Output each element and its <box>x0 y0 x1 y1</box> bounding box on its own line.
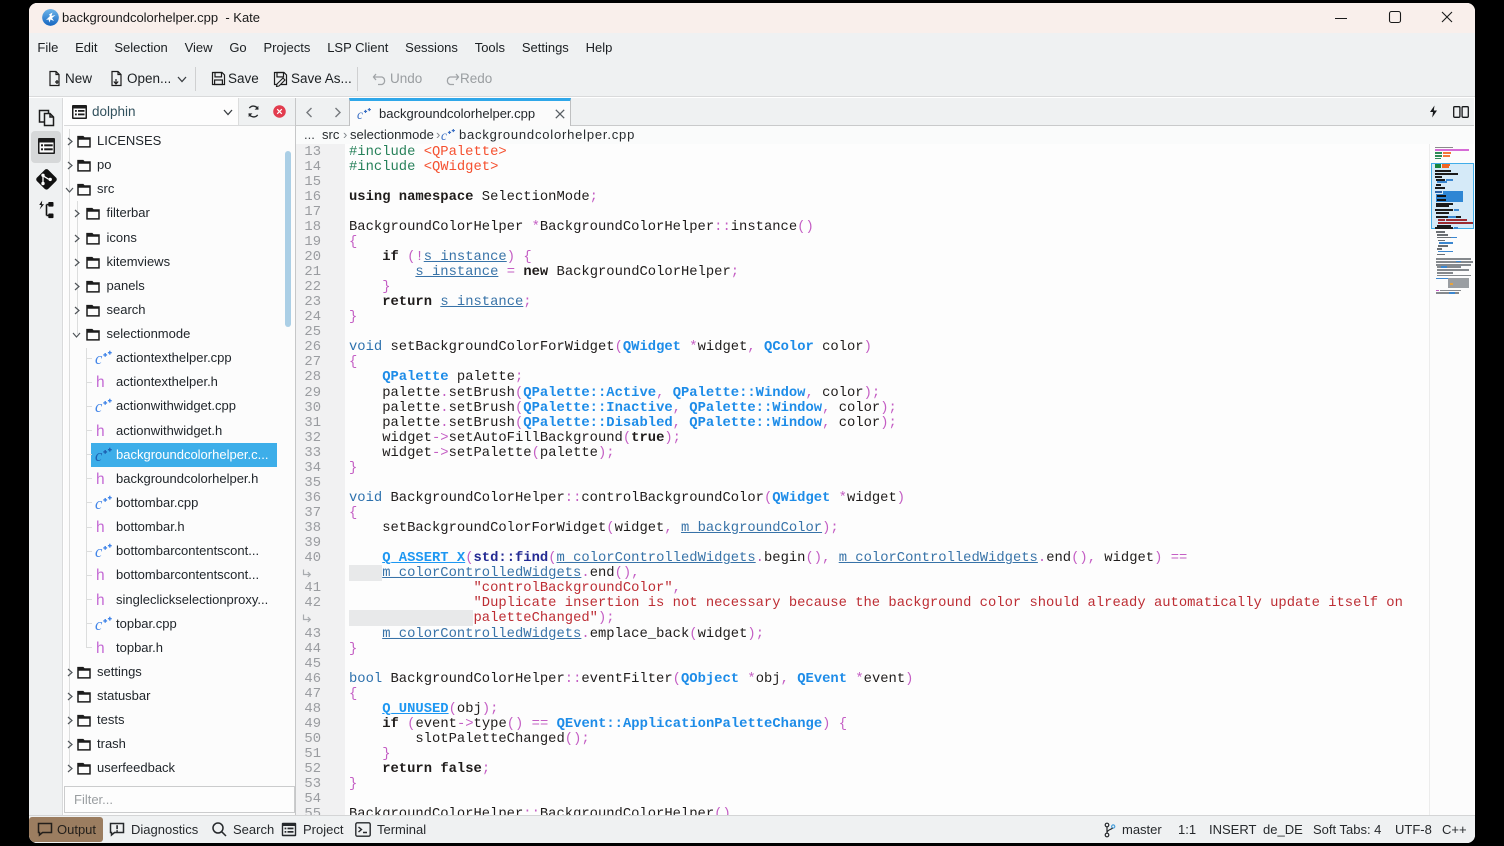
svg-text:c: c <box>357 107 363 121</box>
svg-text:h: h <box>96 640 105 656</box>
svg-text:h: h <box>96 592 105 608</box>
svg-text:h: h <box>96 519 105 535</box>
svg-text:h: h <box>96 567 105 583</box>
svg-text:c: c <box>95 398 103 414</box>
svg-text:h: h <box>96 423 105 439</box>
svg-text:c: c <box>441 128 447 142</box>
svg-text:c: c <box>95 495 103 511</box>
svg-text:h: h <box>96 374 105 390</box>
svg-text:h: h <box>96 471 105 487</box>
svg-text:c: c <box>95 447 103 463</box>
svg-text:c: c <box>95 543 103 559</box>
svg-text:c: c <box>95 350 103 366</box>
svg-text:c: c <box>95 616 103 632</box>
